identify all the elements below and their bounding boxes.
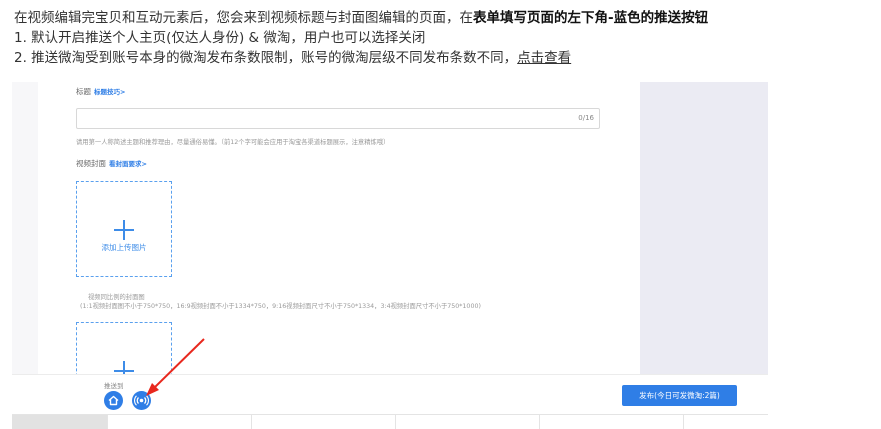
red-arrow-icon (146, 338, 205, 396)
